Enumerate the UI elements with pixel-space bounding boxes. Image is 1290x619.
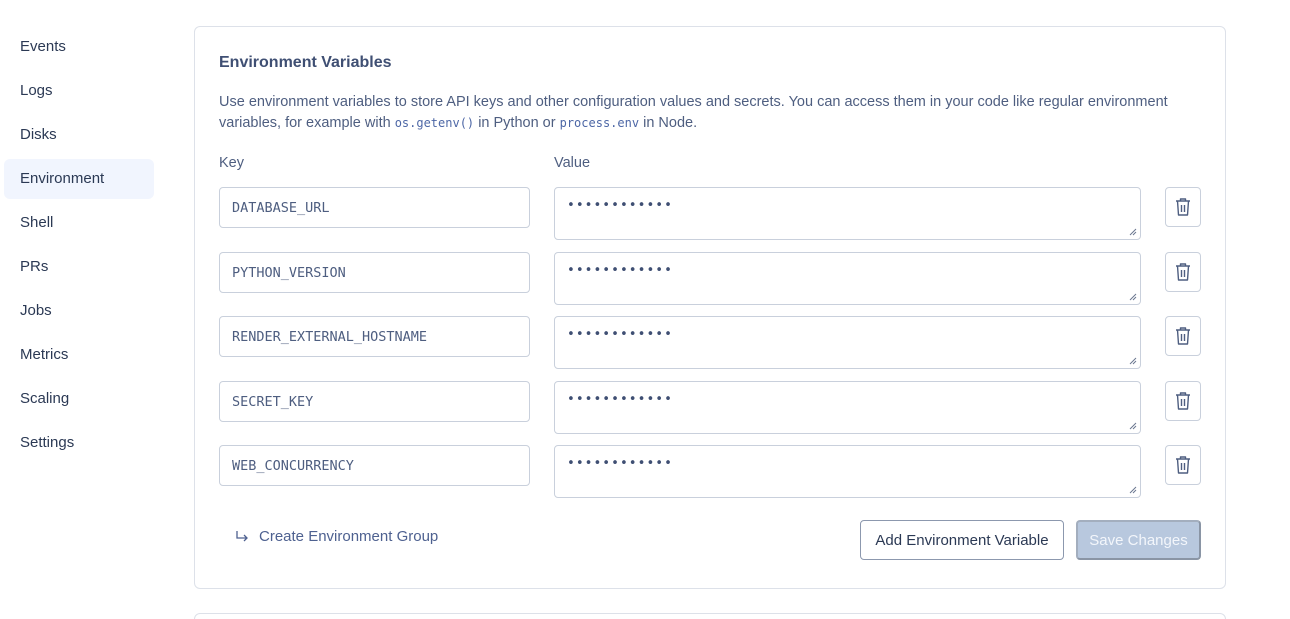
create-environment-group-link[interactable]: Create Environment Group xyxy=(235,528,438,545)
masked-value: •••••••••••• xyxy=(567,198,673,213)
trash-icon xyxy=(1176,392,1190,410)
environment-variables-card: Environment Variables Use environment va… xyxy=(194,26,1226,589)
value-field[interactable]: •••••••••••• xyxy=(554,187,1141,240)
sidebar-item-scaling[interactable]: Scaling xyxy=(4,379,154,419)
return-arrow-icon xyxy=(236,530,248,541)
card-title: Environment Variables xyxy=(219,54,392,71)
key-field[interactable]: PYTHON_VERSION xyxy=(219,252,530,293)
masked-value: •••••••••••• xyxy=(567,456,673,471)
sidebar-item-metrics[interactable]: Metrics xyxy=(4,335,154,375)
sidebar-item-shell[interactable]: Shell xyxy=(4,203,154,243)
resize-grip-icon[interactable] xyxy=(1129,422,1137,430)
key-field[interactable]: DATABASE_URL xyxy=(219,187,530,228)
sidebar-item-environment[interactable]: Environment xyxy=(4,159,154,199)
desc-text-3: in Node. xyxy=(639,115,698,131)
save-changes-button[interactable]: Save Changes xyxy=(1076,520,1201,560)
resize-grip-icon[interactable] xyxy=(1129,486,1137,494)
sidebar-item-events[interactable]: Events xyxy=(4,27,154,67)
key-field[interactable]: RENDER_EXTERNAL_HOSTNAME xyxy=(219,316,530,357)
sidebar-item-prs[interactable]: PRs xyxy=(4,247,154,287)
sidebar-item-disks[interactable]: Disks xyxy=(4,115,154,155)
code-process-env: process.env xyxy=(559,116,640,130)
key-value: PYTHON_VERSION xyxy=(232,264,346,281)
trash-icon xyxy=(1176,198,1190,216)
value-field[interactable]: •••••••••••• xyxy=(554,316,1141,369)
code-os-getenv: os.getenv() xyxy=(394,116,475,130)
trash-icon xyxy=(1176,456,1190,474)
resize-grip-icon[interactable] xyxy=(1129,228,1137,236)
key-field[interactable]: WEB_CONCURRENCY xyxy=(219,445,530,486)
delete-variable-button[interactable] xyxy=(1165,445,1201,485)
delete-variable-button[interactable] xyxy=(1165,187,1201,227)
key-value: RENDER_EXTERNAL_HOSTNAME xyxy=(232,328,428,345)
value-field[interactable]: •••••••••••• xyxy=(554,381,1141,434)
masked-value: •••••••••••• xyxy=(567,263,673,278)
delete-variable-button[interactable] xyxy=(1165,252,1201,292)
value-column-label: Value xyxy=(554,155,591,171)
delete-variable-button[interactable] xyxy=(1165,381,1201,421)
sidebar: Events Logs Disks Environment Shell PRs … xyxy=(4,27,154,467)
resize-grip-icon[interactable] xyxy=(1129,293,1137,301)
masked-value: •••••••••••• xyxy=(567,327,673,342)
trash-icon xyxy=(1176,263,1190,281)
key-field[interactable]: SECRET_KEY xyxy=(219,381,530,422)
sidebar-item-jobs[interactable]: Jobs xyxy=(4,291,154,331)
key-value: DATABASE_URL xyxy=(232,199,330,216)
desc-text-2: in Python or xyxy=(474,115,560,131)
resize-grip-icon[interactable] xyxy=(1129,357,1137,365)
value-field[interactable]: •••••••••••• xyxy=(554,445,1141,498)
card-description: Use environment variables to store API k… xyxy=(219,92,1209,134)
key-value: SECRET_KEY xyxy=(232,393,314,410)
sidebar-item-logs[interactable]: Logs xyxy=(4,71,154,111)
key-column-label: Key xyxy=(219,155,244,171)
trash-icon xyxy=(1176,327,1190,345)
add-environment-variable-button[interactable]: Add Environment Variable xyxy=(860,520,1064,560)
value-field[interactable]: •••••••••••• xyxy=(554,252,1141,305)
masked-value: •••••••••••• xyxy=(567,392,673,407)
sidebar-item-settings[interactable]: Settings xyxy=(4,423,154,463)
create-group-label: Create Environment Group xyxy=(259,528,439,545)
key-value: WEB_CONCURRENCY xyxy=(232,457,354,474)
delete-variable-button[interactable] xyxy=(1165,316,1201,356)
next-section-card xyxy=(194,613,1226,619)
